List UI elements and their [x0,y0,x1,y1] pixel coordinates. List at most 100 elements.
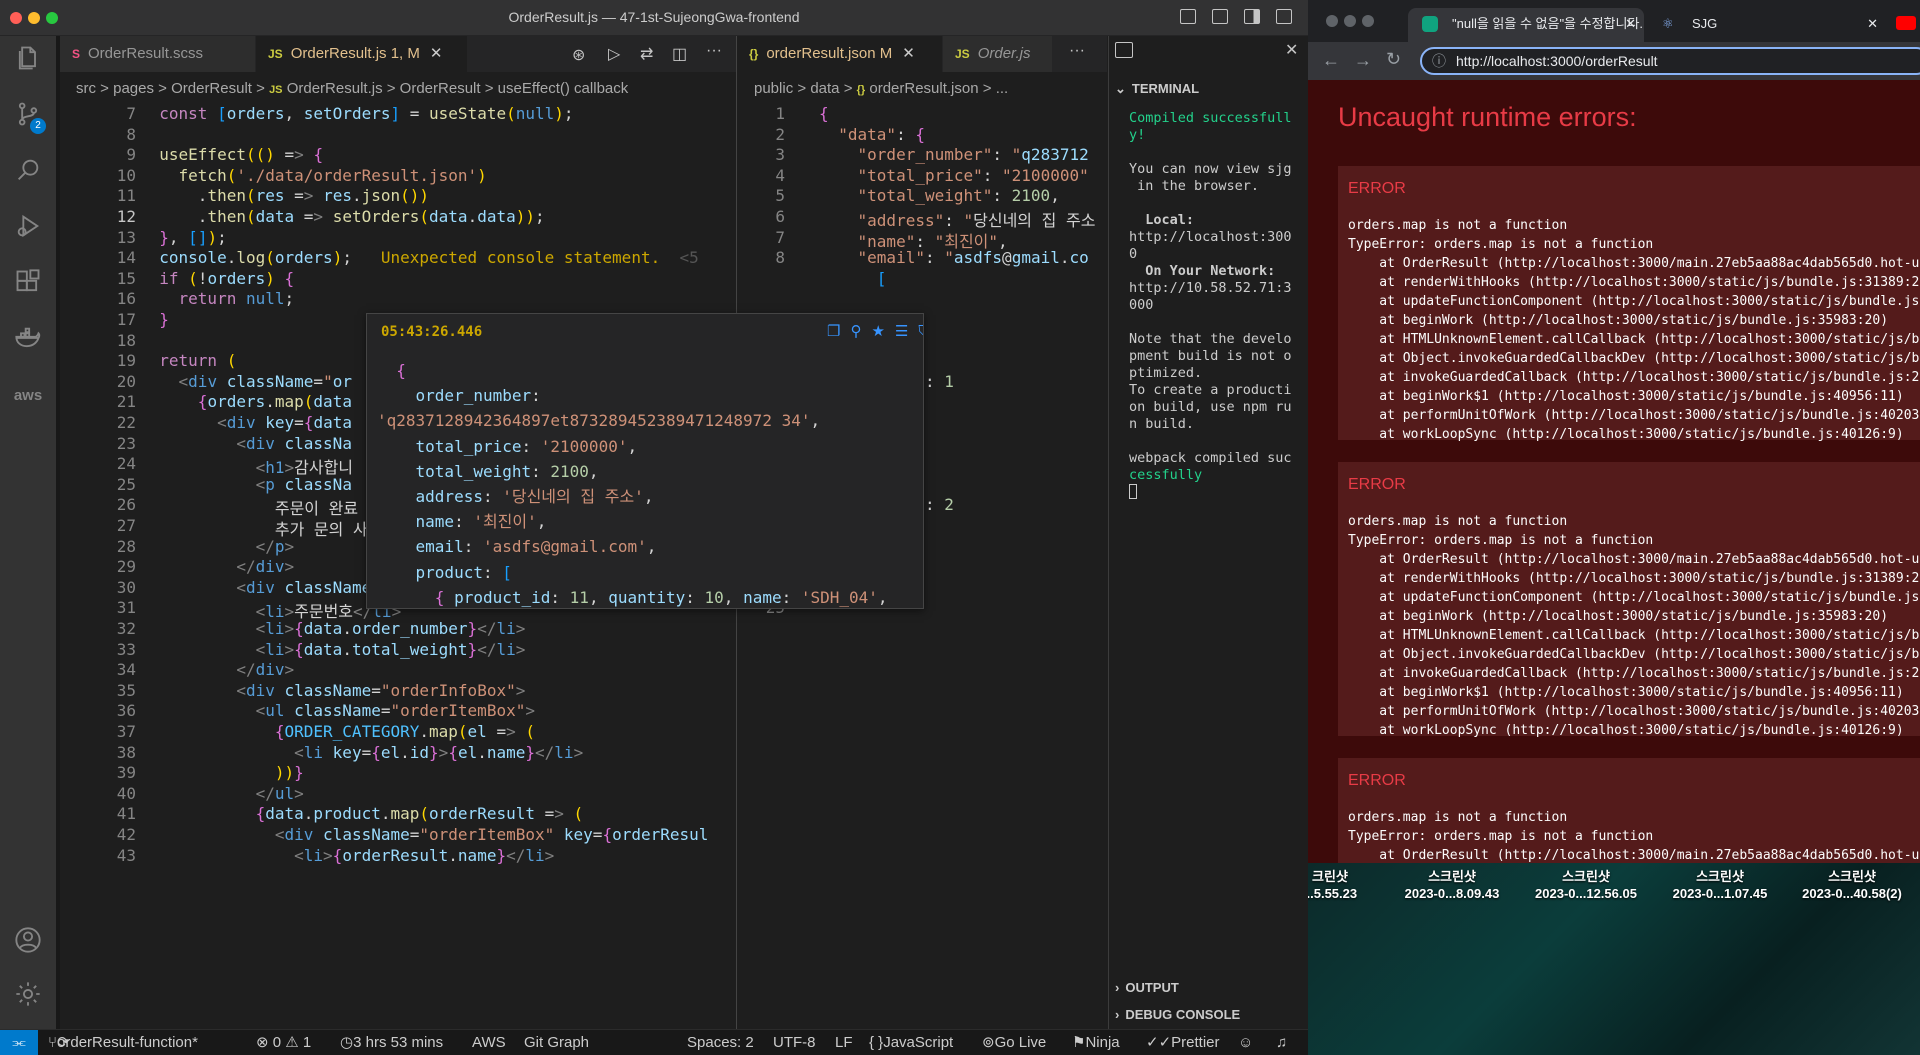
desktop-file[interactable]: 스크린샷 2023-0...1.07.45 [1660,868,1780,902]
tab-label: OrderResult.scss [88,45,204,62]
close-icon[interactable]: ✕ [1625,8,1636,40]
code-line: "total_price": "2100000" [857,165,1089,185]
crumb-file[interactable]: OrderResult.js [287,80,383,97]
debug-console-section[interactable]: › DEBUG CONSOLE [1115,1007,1240,1022]
extensions-icon[interactable] [12,268,44,300]
browser-tab-chatgpt[interactable]: "null을 읽을 수 없음"을 수정합니다. ✕ [1408,8,1644,42]
line-number: 32 [116,619,136,638]
code-line: <li>{data.order_number}</li> [255,619,526,638]
search-icon[interactable] [12,156,44,188]
feedback-icon[interactable]: ☺ [1238,1030,1253,1055]
close-icon[interactable]: ✕ [902,45,915,62]
time-tracker[interactable]: ◷ 3 hrs 53 mins [340,1030,443,1055]
line-number: 11 [116,186,136,206]
desktop-file[interactable]: 스크린샷 2023-0...8.09.43 [1392,868,1512,902]
branch-status[interactable]: ⑂ orderResult-function* ⟳ [48,1030,198,1055]
code-line: .then(data => setOrders(data.data)); [140,207,545,226]
desktop-file[interactable]: 스크린샷 2023-0...40.58(2) [1792,868,1912,902]
more-actions-icon[interactable]: ··· [1069,42,1085,60]
crumb-public[interactable]: public [754,80,793,97]
crumb-src[interactable]: src [76,80,96,97]
toggle-sidebar-icon[interactable] [1180,9,1196,24]
crumb-pages[interactable]: pages [113,80,154,97]
crumb-sep: > [158,80,167,97]
close-icon[interactable]: ✕ [430,45,443,62]
vscode-window: OrderResult.js — 47-1st-SujeongGwa-front… [0,0,1308,1055]
browser-tab-sjg[interactable]: ⚛ SJG ✕ [1648,8,1886,42]
crumb-more[interactable]: ... [996,80,1009,97]
minimize-window-button[interactable] [1344,15,1356,27]
output-section[interactable]: › OUTPUT [1115,980,1179,995]
go-live-status[interactable]: ⊚ Go Live [982,1030,1046,1055]
tab-orderresult-scss[interactable]: S OrderResult.scss [60,36,256,72]
terminal-header[interactable]: ⌄ TERMINAL [1115,81,1199,97]
bell-icon[interactable]: ♫ [1276,1030,1287,1055]
eol-status[interactable]: LF [835,1030,853,1055]
spaces-status[interactable]: Spaces: 2 [687,1030,754,1055]
maximize-window-button[interactable] [1362,15,1374,27]
forward-icon[interactable]: → [1354,50,1372,71]
code-line: console.log(orders); Unexpected console … [159,248,699,268]
ninja-status[interactable]: ⚑ Ninja [1072,1030,1120,1055]
toggle-secondary-sidebar-icon[interactable] [1244,9,1260,24]
desktop-file[interactable]: 크린샷 ...5.55.23 [1308,868,1390,902]
tab-badge: 1, M [390,45,420,62]
gear-icon[interactable] [12,980,44,1012]
problems-status[interactable]: ⊗ 0 ⚠ 1 [256,1030,311,1055]
source-control-icon[interactable]: 2 [12,100,46,134]
code-line: .then(res => res.json()) [140,186,430,206]
git-graph-status[interactable]: Git Graph [524,1030,589,1055]
tab-label: orderResult.json [766,45,876,62]
close-window-button[interactable] [1326,15,1338,27]
back-icon[interactable]: ← [1322,50,1340,71]
crumb-file[interactable]: orderResult.json [869,80,978,97]
compare-icon[interactable]: ⇄ [640,44,653,64]
copilot-icon[interactable]: ⊛ [572,45,585,65]
tab-orderresult-json[interactable]: {} orderResult.json M ✕ [737,36,943,72]
close-icon[interactable]: ✕ [1285,40,1298,60]
account-icon[interactable] [12,926,44,958]
desktop-file[interactable]: 스크린샷 2023-0...12.56.05 [1526,868,1646,902]
close-icon[interactable]: ✕ [1867,8,1878,40]
crumb-callback[interactable]: useEffect() callback [498,80,629,97]
file-name-line2: ...5.55.23 [1308,886,1358,901]
crumb-orderresult-folder[interactable]: OrderResult [171,80,252,97]
panel-layout-icon[interactable] [1115,42,1133,58]
reload-icon[interactable]: ↻ [1386,49,1401,70]
explorer-icon[interactable] [12,44,44,76]
split-editor-icon[interactable]: ◫ [672,44,687,64]
star-icon[interactable]: ★ [871,323,894,340]
crumb-data[interactable]: data [810,80,839,97]
tab-order-js[interactable]: JS Order.js [943,36,1053,72]
remote-icon[interactable]: ⫘ [0,1030,38,1055]
more-actions-icon[interactable]: ··· [706,42,722,60]
pin-icon[interactable]: ⚲ [850,323,871,340]
aws-icon[interactable]: aws [12,380,44,412]
line-number: 17 [116,310,136,329]
aws-status[interactable]: AWS [472,1030,506,1055]
encoding-status[interactable]: UTF-8 [773,1030,816,1055]
filter-icon[interactable]: ⛉ [918,323,923,340]
prettier-status[interactable]: ✓✓ Prettier [1146,1030,1220,1055]
address-bar[interactable]: ⓘ http://localhost:3000/orderResult [1420,47,1920,75]
url-text: http://localhost:3000/orderResult [1456,53,1658,69]
list-icon[interactable]: ☰ [895,323,918,340]
run-debug-icon[interactable] [12,212,44,244]
docker-icon[interactable] [12,324,44,356]
copy-icon[interactable]: ❐ [827,323,850,340]
terminal-panel: ✕ ⌄ TERMINAL Compiled successfull y! You ca… [1108,36,1308,1029]
toggle-panel-icon[interactable] [1212,9,1228,24]
youtube-icon[interactable] [1896,16,1916,30]
code-line: <div classNa [236,433,352,453]
run-icon[interactable]: ▷ [608,44,620,64]
tab-orderresult-js[interactable]: JS OrderResult.js 1, M ✕ [256,36,468,72]
scss-file-icon: S [72,47,81,61]
terminal-line: y! [1129,127,1146,143]
line-number: 15 [116,268,136,288]
language-status[interactable]: { } JavaScript [869,1030,953,1055]
debug-hover-popup[interactable]: 05:43:26.446 ❐⚲★☰⛉ { order_number: 'q283… [366,313,924,609]
crumb-component[interactable]: OrderResult [400,80,481,97]
terminal-line: pment build is not o [1129,348,1292,364]
customize-layout-icon[interactable] [1276,9,1292,24]
line-number: 6 [775,207,785,226]
